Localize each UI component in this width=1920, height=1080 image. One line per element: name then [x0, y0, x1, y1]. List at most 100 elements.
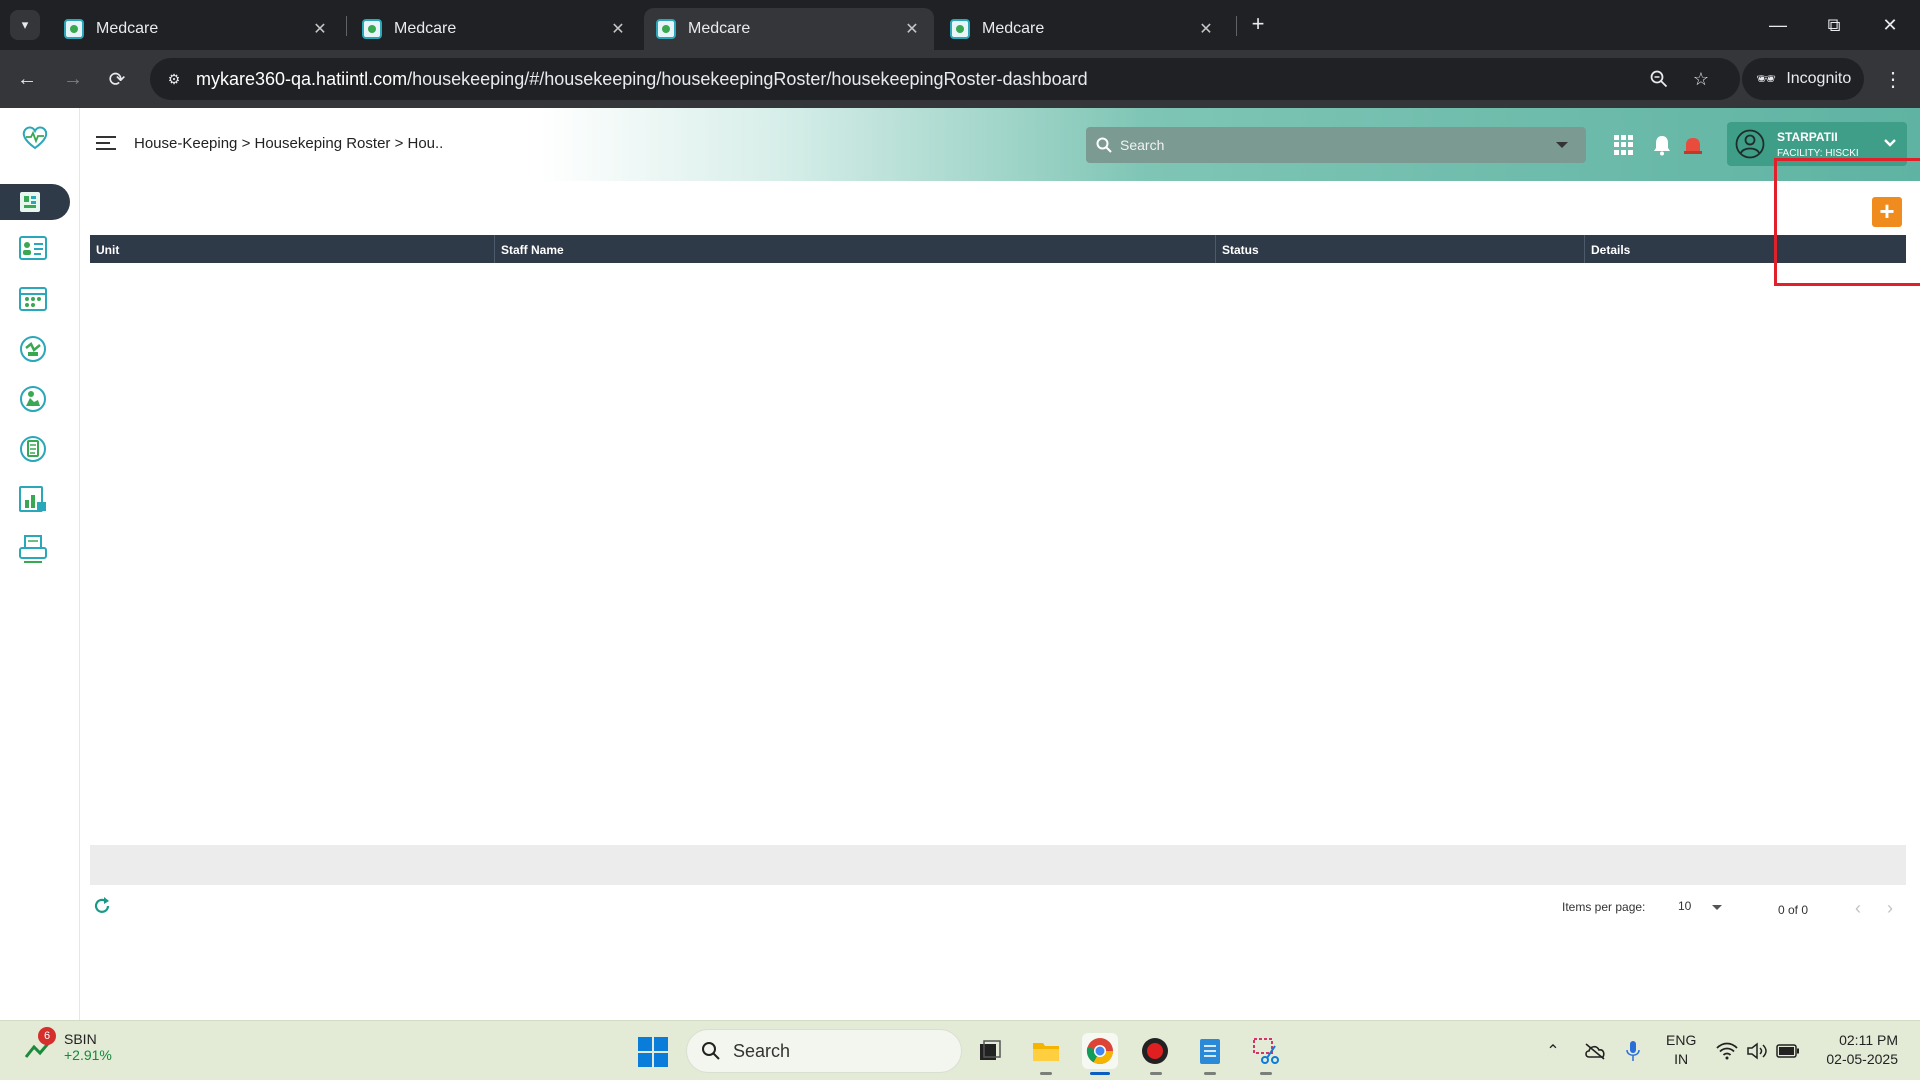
task-person-icon	[20, 386, 46, 412]
reload-icon[interactable]: ⟳	[102, 64, 132, 94]
close-window-icon[interactable]: ✕	[1862, 0, 1918, 50]
alert-siren-icon[interactable]	[1682, 135, 1704, 155]
browser-menu-icon[interactable]: ⋮	[1880, 64, 1906, 94]
global-search-input[interactable]: Search	[1086, 127, 1586, 163]
apps-grid-icon[interactable]	[1614, 135, 1634, 155]
medcare-favicon-icon	[656, 19, 676, 39]
screen-recorder-icon[interactable]	[1137, 1033, 1173, 1069]
sidebar-item-cleaning[interactable]	[16, 332, 50, 366]
sidebar-item-staff[interactable]	[16, 232, 50, 266]
column-header-status[interactable]: Status	[1216, 235, 1585, 263]
battery-icon[interactable]	[1774, 1021, 1802, 1080]
stock-chart-icon: 6	[24, 1027, 56, 1063]
site-info-icon[interactable]: ⚙	[164, 69, 184, 89]
stock-change: +2.91%	[64, 1047, 112, 1063]
sidebar-item-housekeeping-roster[interactable]	[0, 184, 70, 220]
pagination-range: 0 of 0	[1778, 903, 1809, 917]
column-header-unit[interactable]: Unit	[90, 235, 495, 263]
windows-start-icon[interactable]	[638, 1037, 668, 1067]
menu-hamburger-icon[interactable]	[96, 136, 116, 152]
sidebar-item-print[interactable]	[16, 532, 50, 566]
cleaning-globe-icon	[20, 336, 46, 362]
roster-icon	[20, 192, 40, 212]
table-footer-bar	[90, 845, 1906, 885]
add-roster-button[interactable]: +	[1872, 197, 1902, 227]
sidebar-item-analytics[interactable]	[16, 482, 50, 516]
refresh-icon[interactable]	[92, 896, 112, 916]
running-app-indicator	[1040, 1072, 1052, 1075]
app-header: House-Keeping > Housekeping Roster > Hou…	[80, 108, 1920, 181]
language-code: ENG	[1666, 1032, 1697, 1048]
file-explorer-icon[interactable]	[1028, 1033, 1064, 1069]
chevron-down-icon	[1884, 139, 1896, 147]
browser-tab-label: Medcare	[982, 20, 1045, 37]
bookmark-star-icon[interactable]: ☆	[1690, 68, 1712, 90]
sidebar-item-reports[interactable]	[16, 432, 50, 466]
close-tab-icon[interactable]: ✕	[608, 19, 628, 39]
running-app-indicator	[1260, 1072, 1272, 1075]
show-hidden-icons-chevron-icon[interactable]: ⌃	[1540, 1021, 1566, 1080]
new-tab-icon[interactable]: +	[1244, 10, 1272, 38]
browser-tab-label: Medcare	[688, 20, 751, 37]
user-avatar-icon	[1735, 129, 1765, 159]
close-tab-icon[interactable]: ✕	[1196, 19, 1216, 39]
sidebar	[0, 108, 80, 1020]
minimize-window-icon[interactable]: —	[1750, 0, 1806, 50]
column-header-details[interactable]: Details	[1585, 235, 1906, 263]
browser-tab[interactable]: Medcare ✕	[938, 8, 1228, 50]
address-bar[interactable]: ⚙ mykare360-qa.hatiintl.com/housekeeping…	[150, 58, 1740, 100]
browser-tab-active[interactable]: Medcare ✕	[644, 8, 934, 50]
url-host: mykare360-qa.hatiintl.com	[196, 69, 408, 89]
forward-arrow-icon[interactable]: →	[58, 64, 88, 94]
close-tab-icon[interactable]: ✕	[310, 19, 330, 39]
search-placeholder: Search	[1120, 137, 1165, 153]
back-arrow-icon[interactable]: ←	[12, 64, 42, 94]
snipping-tool-icon[interactable]	[1248, 1033, 1284, 1069]
analytics-chart-icon	[19, 486, 46, 512]
incognito-icon: 🕶	[1756, 71, 1777, 88]
chrome-icon[interactable]	[1082, 1033, 1118, 1069]
tab-divider	[346, 16, 347, 36]
schedule-grid-icon	[19, 287, 47, 311]
taskbar-search-placeholder: Search	[733, 1040, 791, 1061]
printer-icon	[19, 535, 47, 563]
restore-window-icon[interactable]: ⧉	[1806, 0, 1862, 50]
items-per-page-select[interactable]: 10	[1676, 896, 1726, 916]
active-app-indicator	[1090, 1072, 1110, 1075]
onedrive-offline-icon[interactable]	[1580, 1021, 1610, 1080]
language-indicator[interactable]: ENG IN	[1666, 1031, 1696, 1069]
user-profile-menu[interactable]: STARPATII FACILITY: HISCKI	[1727, 122, 1907, 166]
notification-bell-icon[interactable]	[1652, 134, 1672, 156]
system-clock[interactable]: 02:11 PM 02-05-2025	[1818, 1031, 1898, 1069]
notepad-icon[interactable]	[1192, 1033, 1228, 1069]
previous-page-icon[interactable]: ‹	[1848, 898, 1868, 918]
search-icon	[702, 1042, 720, 1060]
medcare-favicon-icon	[362, 19, 382, 39]
incognito-indicator[interactable]: 🕶 Incognito	[1742, 58, 1864, 100]
wifi-icon[interactable]	[1714, 1021, 1740, 1080]
tab-search-dropdown-icon[interactable]: ▾	[10, 10, 40, 40]
report-document-icon	[20, 436, 46, 462]
tab-divider	[1236, 16, 1237, 36]
browser-tab[interactable]: Medcare ✕	[52, 8, 342, 50]
close-tab-icon[interactable]: ✕	[902, 19, 922, 39]
items-per-page-value: 10	[1678, 899, 1692, 913]
url-text: mykare360-qa.hatiintl.com/housekeeping/#…	[196, 69, 1088, 90]
next-page-icon[interactable]: ›	[1880, 898, 1900, 918]
sidebar-item-schedule[interactable]	[16, 282, 50, 316]
zoom-icon[interactable]	[1648, 68, 1670, 90]
app-logo-heart-icon[interactable]	[20, 122, 50, 152]
column-header-staff-name[interactable]: Staff Name	[495, 235, 1216, 263]
stock-widget[interactable]: 6 SBIN +2.91%	[24, 1027, 112, 1063]
windows-taskbar: 6 SBIN +2.91% Search ⌃ ENG IN 02:11 PM 0…	[0, 1020, 1920, 1080]
stock-badge: 6	[38, 1027, 56, 1045]
search-dropdown-arrow-icon[interactable]	[1556, 142, 1568, 148]
task-view-icon[interactable]	[972, 1033, 1008, 1069]
running-app-indicator	[1150, 1072, 1162, 1075]
volume-icon[interactable]	[1744, 1021, 1770, 1080]
taskbar-search-box[interactable]: Search	[686, 1029, 962, 1073]
sidebar-item-tasks[interactable]	[16, 382, 50, 416]
microphone-icon[interactable]	[1620, 1021, 1646, 1080]
browser-tab[interactable]: Medcare ✕	[350, 8, 640, 50]
app-container: House-Keeping > Housekeping Roster > Hou…	[0, 108, 1920, 1020]
